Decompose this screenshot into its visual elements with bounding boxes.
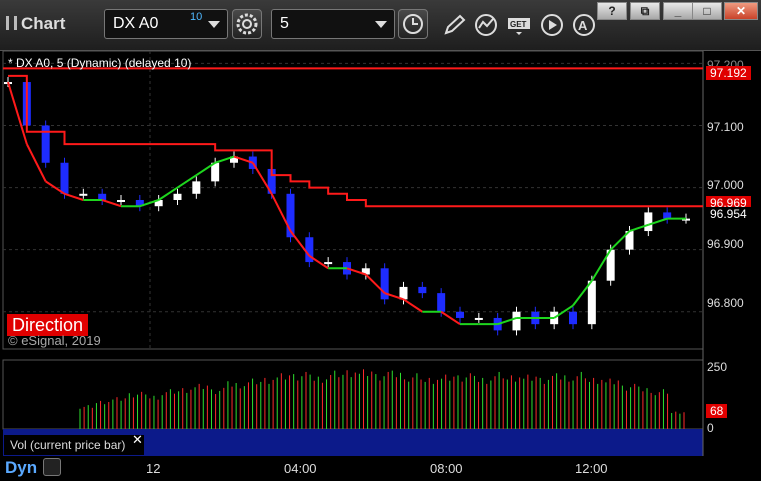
volume-axis-label: 0	[707, 421, 714, 435]
candle-body	[60, 162, 69, 194]
chevron-down-icon	[208, 21, 220, 28]
time-axis-label: 12	[146, 461, 161, 476]
time-axis-label: 12:00	[575, 461, 608, 476]
close-icon[interactable]: ✕	[132, 432, 143, 448]
candle-body	[512, 311, 521, 331]
candle-body	[79, 193, 88, 196]
time-axis-label: 08:00	[430, 461, 463, 476]
svg-text:A: A	[578, 18, 588, 33]
candle-body	[474, 317, 483, 320]
minimize-button[interactable]: _	[663, 2, 693, 20]
time-axis-label: 04:00	[284, 461, 317, 476]
candle-body	[644, 212, 653, 232]
price-axis-label: 97.100	[707, 120, 744, 134]
candle-body	[324, 262, 333, 265]
study-icon[interactable]	[474, 13, 500, 37]
time-template-button[interactable]	[398, 9, 428, 39]
help-button[interactable]: ?	[597, 2, 627, 20]
candle-body	[173, 193, 182, 200]
chart-icon	[6, 16, 17, 30]
lock-icon[interactable]	[43, 458, 61, 476]
price-axis-label: 96.900	[707, 237, 744, 251]
symbol-value: DX A0	[113, 15, 159, 32]
workspace-label[interactable]: Dyn	[5, 458, 37, 478]
volume-pane-label: Vol (current price bar)	[4, 435, 144, 455]
chart-canvas[interactable]	[0, 51, 761, 456]
alert-icon[interactable]: A	[572, 13, 598, 37]
price-tag-last: 96.954	[706, 207, 751, 221]
symbol-select[interactable]: DX A0 10	[104, 9, 228, 39]
time-axis-bar	[0, 456, 761, 481]
candle-body	[117, 200, 125, 202]
volume-tag: 68	[706, 404, 728, 418]
price-axis-bg	[703, 51, 761, 456]
close-button[interactable]: ✕	[724, 2, 758, 20]
app-title: Chart	[6, 14, 65, 34]
svg-text:GET: GET	[510, 20, 527, 29]
volume-axis-label: 250	[707, 360, 728, 374]
price-tag-high: 97.192	[706, 66, 751, 80]
maximize-button[interactable]: □	[692, 2, 722, 20]
price-axis-label: 97.000	[707, 178, 744, 192]
chevron-down-icon	[375, 21, 387, 28]
symbol-delay-badge: 10	[190, 11, 203, 23]
interval-select[interactable]: 5	[271, 9, 395, 39]
pencil-draw-icon[interactable]	[441, 13, 467, 37]
play-icon[interactable]	[540, 13, 566, 37]
candle-body	[192, 181, 201, 194]
watermark: © eSignal, 2019	[8, 333, 101, 348]
settings-button[interactable]	[232, 9, 262, 39]
candle-body	[418, 286, 427, 294]
candle-body	[587, 280, 596, 325]
candle-body	[437, 293, 446, 312]
interval-value: 5	[280, 15, 289, 32]
settings-gear-icon	[236, 13, 258, 35]
app-title-label: Chart	[21, 14, 66, 33]
restore-link-button[interactable]: ⧉	[630, 2, 660, 20]
chart-header: * DX A0, 5 (Dynamic) (delayed 10)	[8, 56, 192, 70]
chart-toolbar: Chart DX A0 10 5 GET A ? ⧉ _ □ ✕	[0, 0, 761, 51]
get-data-icon[interactable]: GET	[507, 13, 533, 37]
price-axis-label: 96.800	[707, 296, 744, 310]
candle-body	[569, 311, 577, 325]
candle-body	[456, 311, 464, 318]
clock-icon	[403, 14, 423, 34]
